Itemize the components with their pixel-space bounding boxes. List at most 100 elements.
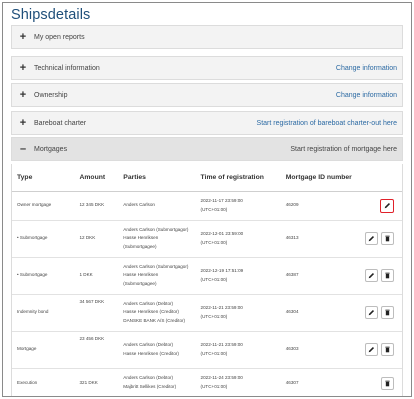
cell-actions: [357, 191, 402, 221]
cell-amount: 23 456 DKK: [74, 331, 119, 369]
edit-button[interactable]: [365, 343, 378, 356]
panel-mortgages[interactable]: – Mortgages Start registration of mortga…: [11, 137, 403, 161]
cell-type: • Submortgage: [12, 220, 75, 258]
party-line: Anders Carlson (Submortgagor): [123, 263, 189, 269]
trash-icon: [385, 380, 390, 386]
edit-button[interactable]: [365, 306, 378, 319]
column-header-parties: Parties: [118, 164, 196, 192]
cell-type: Owner mortgage: [12, 191, 75, 221]
cell-actions: [357, 331, 402, 369]
cell-time: 2022-12-01 23:59:00 (UTC+01:00): [195, 220, 281, 258]
edit-button[interactable]: [365, 232, 378, 245]
cell-parties: Anders Carlson (Debtor) Hasse Henriksen …: [118, 331, 196, 369]
pencil-icon: [368, 235, 375, 242]
cell-type: • Submortgage: [12, 257, 75, 295]
panel-my-open-reports[interactable]: + My open reports: [11, 25, 403, 49]
start-mortgage-registration-link[interactable]: Start registration of mortgage here: [290, 146, 402, 153]
trash-icon: [385, 309, 390, 316]
plus-icon: +: [19, 89, 27, 101]
party-line: Hasse Henriksen (Creditor): [123, 350, 179, 356]
timezone-line: (UTC+01:00): [200, 239, 228, 245]
mortgages-table: Type Amount Parties Time of registration…: [12, 164, 402, 396]
cell-type: Mortgage: [12, 331, 75, 369]
panel-label: Bareboat charter: [34, 119, 87, 127]
cell-time: 2022-11-24 23:59:00 (UTC+01:00): [195, 368, 281, 396]
panel-label: My open reports: [34, 33, 85, 41]
party-line: Hasse Henriksen: [123, 235, 159, 241]
page-title: Shipsdetails: [11, 7, 91, 23]
delete-button[interactable]: [381, 232, 394, 245]
party-line: Hasse Henriksen: [123, 272, 159, 278]
cell-amount: 12 345 DKK: [74, 191, 119, 221]
time-line: 2022-11-21 23:59:00: [200, 341, 243, 347]
timezone-line: (UTC+01:00): [200, 350, 228, 356]
column-header-amount: Amount: [74, 164, 119, 192]
cell-mortgage-id: 46313: [280, 220, 357, 258]
cell-time: 2022-11-17 23:59:00 (UTC+01:00): [195, 191, 281, 221]
party-line: Anders Carlson (Submortgagor): [123, 226, 189, 232]
cell-time: 2022-11-21 23:59:00 (UTC+01:00): [195, 331, 281, 369]
plus-icon: +: [19, 31, 27, 43]
change-information-link[interactable]: Change information: [336, 92, 402, 99]
trash-icon: [385, 346, 390, 353]
timezone-line: (UTC+01:00): [200, 276, 228, 282]
cell-amount: 12 DKK: [74, 220, 119, 258]
party-line: Anders Carlson (Debtor): [123, 375, 174, 381]
timezone-line: (UTC+01:00): [200, 313, 228, 319]
cell-parties: Anders Carlson: [118, 191, 196, 221]
trash-icon: [385, 235, 390, 242]
column-header-mortgage-id: Mortgage ID number: [280, 164, 357, 192]
cell-time: 2022-11-21 23:59:00 (UTC+01:00): [195, 294, 281, 332]
time-line: 2022-12-19 17:51:09: [200, 267, 244, 273]
party-line: (Submortgagee): [123, 243, 157, 249]
time-line: 2022-11-17 23:59:00: [200, 197, 243, 203]
cell-amount: 321 DKK: [74, 368, 119, 396]
cell-actions: [357, 294, 402, 332]
cell-parties: Anders Carlson (Submortgagor) Hasse Henr…: [118, 220, 196, 258]
party-line: Hasse Henriksen (Creditor): [123, 309, 179, 315]
panel-ownership[interactable]: + Ownership Change information: [11, 83, 403, 107]
delete-button[interactable]: [381, 343, 394, 356]
cell-type: Execution: [12, 368, 75, 396]
panel-label: Technical information: [34, 64, 100, 72]
delete-button[interactable]: [381, 269, 394, 282]
cell-parties: Anders Carlson (Submortgagor) Hasse Henr…: [118, 257, 196, 295]
time-line: 2022-11-24 23:59:00: [200, 375, 243, 381]
cell-amount: 34 567 DKK: [74, 294, 119, 332]
cell-mortgage-id: 46307: [280, 368, 357, 396]
panel-label: Ownership: [34, 91, 68, 99]
edit-button[interactable]: [365, 269, 378, 282]
panel-bareboat-charter[interactable]: + Bareboat charter Start registration of…: [11, 111, 403, 135]
party-line: Anders Carlson: [123, 202, 155, 208]
cell-actions: [357, 368, 402, 396]
panel-label: Mortgages: [34, 145, 68, 153]
pencil-icon: [384, 202, 390, 209]
column-header-type: Type: [12, 164, 75, 192]
cell-mortgage-id: 46304: [280, 294, 357, 332]
party-line: Majbritt Sellikes (Creditor): [123, 384, 177, 389]
party-line: DANSKE BANK A/S (Creditor): [123, 317, 186, 323]
delete-button[interactable]: [381, 306, 394, 319]
column-header-time: Time of registration: [195, 164, 281, 192]
plus-icon: +: [19, 117, 27, 129]
timezone-line: (UTC+01:00): [200, 206, 228, 212]
pencil-icon: [368, 346, 375, 353]
column-header-actions: [357, 164, 402, 192]
time-line: 2022-12-01 23:59:00: [200, 230, 244, 236]
panel-technical-information[interactable]: + Technical information Change informati…: [11, 56, 403, 80]
cell-actions: [357, 257, 402, 295]
ship-details-frame: Shipsdetails + My open reports + Technic…: [2, 2, 412, 397]
table-row: Owner mortgage 12 345 DKK Anders Carlson…: [12, 191, 402, 221]
cell-parties: Anders Carlson (Debtor) Majbritt Sellike…: [118, 368, 196, 396]
mortgages-table-wrap: Type Amount Parties Time of registration…: [11, 164, 403, 396]
cell-type: Indemnity bond: [12, 294, 75, 332]
timezone-line: (UTC+01:00): [200, 384, 228, 389]
delete-button[interactable]: [381, 376, 394, 390]
table-row: Mortgage 23 456 DKK Anders Carlson (Debt…: [12, 331, 402, 369]
cell-mortgage-id: 46387: [280, 257, 357, 295]
change-information-link[interactable]: Change information: [336, 65, 402, 72]
table-row: Indemnity bond 34 567 DKK Anders Carlson…: [12, 294, 402, 332]
start-bareboat-registration-link[interactable]: Start registration of bareboat charter-o…: [257, 120, 402, 127]
edit-button[interactable]: [380, 198, 394, 213]
table-row: Execution 321 DKK Anders Carlson (Debtor…: [12, 368, 402, 396]
